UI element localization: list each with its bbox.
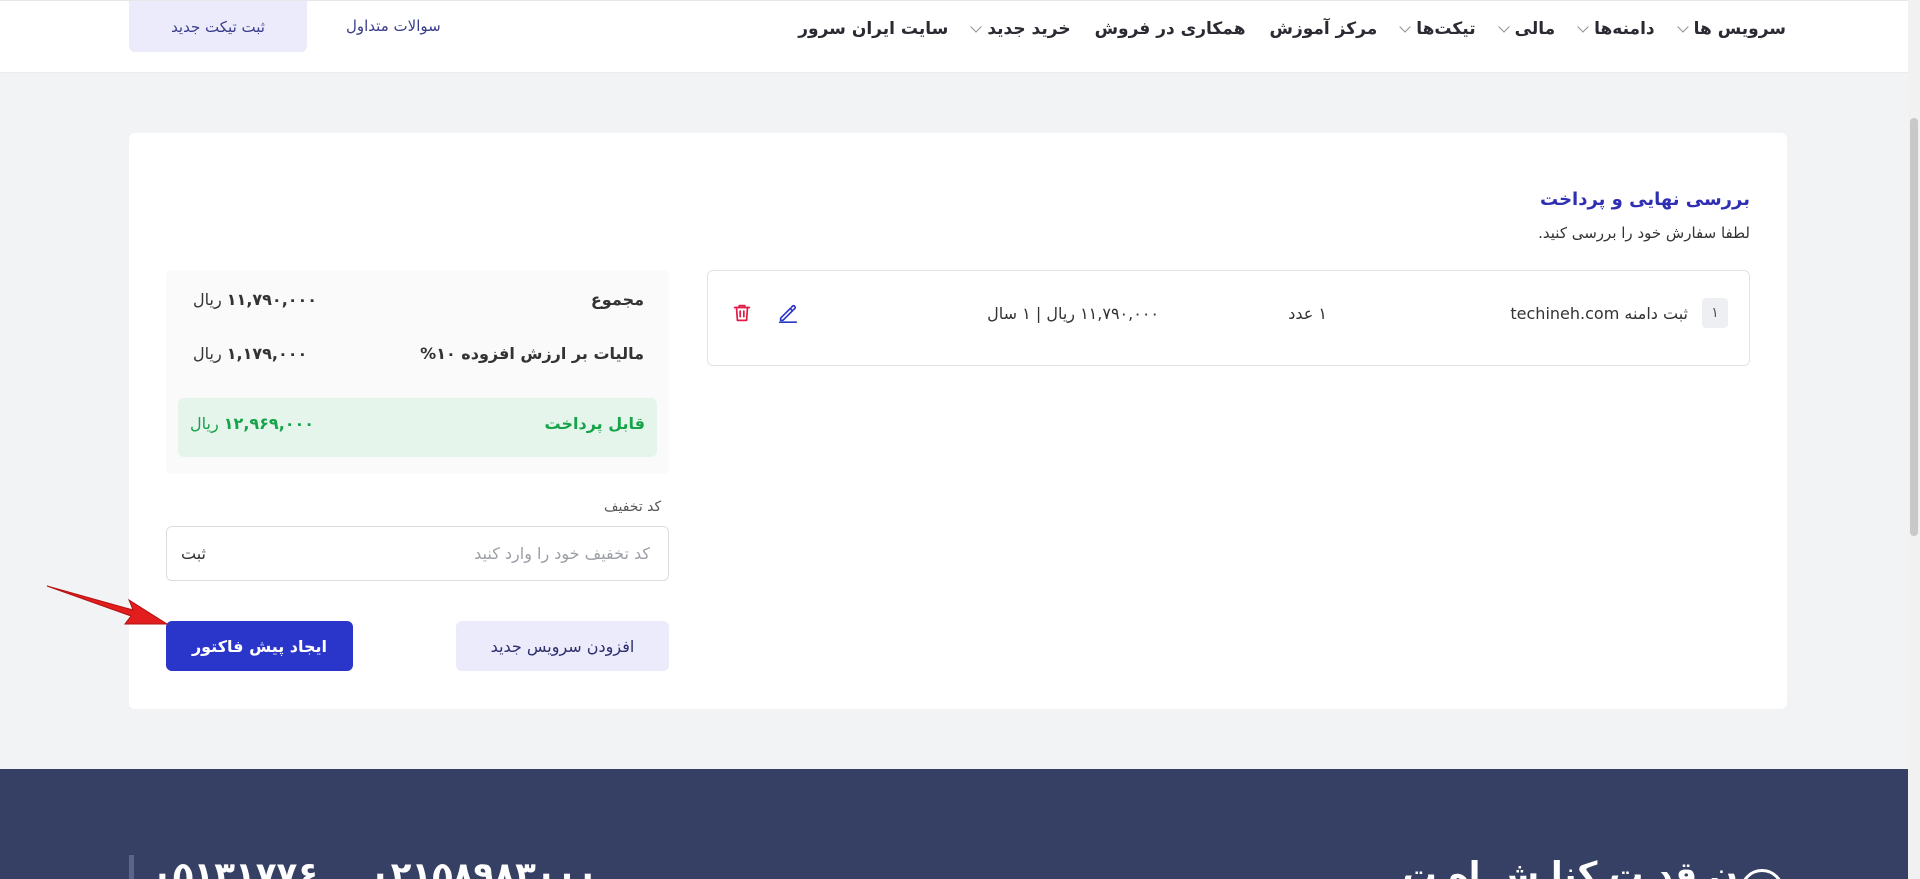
nav-domains[interactable]: دامنه‌ها xyxy=(1577,19,1655,39)
footer: ۰۵۱۳۱۷۷۶ ۰۲۱۵۸۹۸۳۰۰۰ ن قد ت کنا ش اه ت xyxy=(0,769,1908,879)
chevron-down-icon xyxy=(1676,21,1689,33)
row-index: ۱ xyxy=(1702,298,1728,328)
page-subtitle: لطفا سفارش خود را بررسی کنید. xyxy=(1538,224,1750,242)
nav-label: مالی xyxy=(1514,19,1556,39)
payable-value: ۱۲,۹۶۹,۰۰۰ ریال xyxy=(190,414,314,433)
order-quantity: ۱ عدد xyxy=(1288,304,1327,323)
trash-icon xyxy=(733,304,751,322)
nav-label: همکاری در فروش xyxy=(1094,19,1246,39)
coupon-submit-button[interactable]: ثبت xyxy=(167,527,247,580)
annotation-arrow-icon xyxy=(46,585,169,625)
main-nav: سرویس ها دامنه‌ها مالی تیکت‌ها مرکز آموز… xyxy=(798,1,1786,57)
new-ticket-button[interactable]: ثبت تیکت جدید xyxy=(129,1,307,52)
total-amount: ۱۱,۷۹۰,۰۰۰ xyxy=(226,290,318,309)
payable-amount: ۱۲,۹۶۹,۰۰۰ xyxy=(223,414,315,433)
chevron-down-icon xyxy=(1577,21,1589,33)
currency: ریال xyxy=(190,414,219,433)
footer-heading: ن قد ت کنا ش اه ت xyxy=(1402,855,1738,879)
checkout-card: بررسی نهایی و پرداخت لطفا سفارش خود را ب… xyxy=(129,133,1787,709)
add-service-button[interactable]: افزودن سرویس جدید xyxy=(456,621,669,671)
pencil-icon xyxy=(778,304,798,323)
nav-label: سایت ایران سرور xyxy=(798,19,949,39)
nav-label: مرکز آموزش xyxy=(1269,19,1378,39)
nav-tickets[interactable]: تیکت‌ها xyxy=(1399,19,1476,39)
chevron-down-icon xyxy=(970,21,983,33)
nav-label: تیکت‌ها xyxy=(1416,19,1476,39)
order-summary: مجموع ۱۱,۷۹۰,۰۰۰ ریال مالیات بر ارزش افز… xyxy=(166,270,669,474)
total-label: مجموع xyxy=(590,290,644,309)
coupon-input[interactable] xyxy=(268,527,668,580)
footer-phone-secondary[interactable]: ۰۵۱۳۱۷۷۶ xyxy=(152,855,318,879)
footer-phone-primary[interactable]: ۰۲۱۵۸۹۸۳۰۰۰ xyxy=(370,855,598,879)
chevron-down-icon xyxy=(1497,21,1510,33)
nav-affiliate[interactable]: همکاری در فروش xyxy=(1095,19,1246,39)
nav-services[interactable]: سرویس ها xyxy=(1676,19,1786,39)
footer-circle-icon xyxy=(1740,869,1784,879)
nav-new-purchase[interactable]: خرید جدید xyxy=(970,19,1071,39)
nav-label: خرید جدید xyxy=(987,19,1071,39)
nav-billing[interactable]: مالی xyxy=(1497,19,1556,39)
scrollbar-thumb[interactable] xyxy=(1910,118,1918,536)
coupon-field: ثبت xyxy=(166,526,669,581)
nav-label: دامنه‌ها xyxy=(1594,19,1655,39)
nav-iranserver-site[interactable]: سایت ایران سرور xyxy=(798,19,948,39)
tax-amount: ۱,۱۷۹,۰۰۰ xyxy=(226,344,308,363)
currency: ریال xyxy=(193,344,222,363)
currency: ریال xyxy=(193,290,222,309)
footer-phones: ۰۵۱۳۱۷۷۶ ۰۲۱۵۸۹۸۳۰۰۰ xyxy=(129,855,638,879)
order-item-row: ۱ ثبت دامنه techineh.com ۱ عدد ۱۱,۷۹۰,۰۰… xyxy=(707,270,1750,366)
tax-label: مالیات بر ارزش افزوده ۱۰% xyxy=(420,344,644,363)
chevron-down-icon xyxy=(1399,21,1411,33)
page-scrollbar[interactable] xyxy=(1908,0,1920,879)
create-proforma-invoice-button[interactable]: ایجاد پیش فاکتور xyxy=(166,621,353,671)
coupon-label: کد تخفیف xyxy=(604,499,662,515)
faq-link[interactable]: سوالات متداول xyxy=(346,17,441,35)
tax-value: ۱,۱۷۹,۰۰۰ ریال xyxy=(193,344,307,363)
order-service-name: ثبت دامنه techineh.com xyxy=(1510,304,1688,323)
page-title: بررسی نهایی و پرداخت xyxy=(1540,189,1750,210)
delete-item-button[interactable] xyxy=(728,299,756,327)
top-header: سرویس ها دامنه‌ها مالی تیکت‌ها مرکز آموز… xyxy=(0,0,1920,73)
edit-item-button[interactable] xyxy=(774,299,802,327)
nav-label: سرویس ها xyxy=(1693,19,1786,39)
nav-learning-center[interactable]: مرکز آموزش xyxy=(1269,19,1377,39)
payable-label: قابل پرداخت xyxy=(544,414,645,433)
order-price: ۱۱,۷۹۰,۰۰۰ ریال | ۱ سال xyxy=(987,304,1159,323)
payable-box: قابل پرداخت ۱۲,۹۶۹,۰۰۰ ریال xyxy=(178,398,657,457)
total-value: ۱۱,۷۹۰,۰۰۰ ریال xyxy=(193,290,317,309)
